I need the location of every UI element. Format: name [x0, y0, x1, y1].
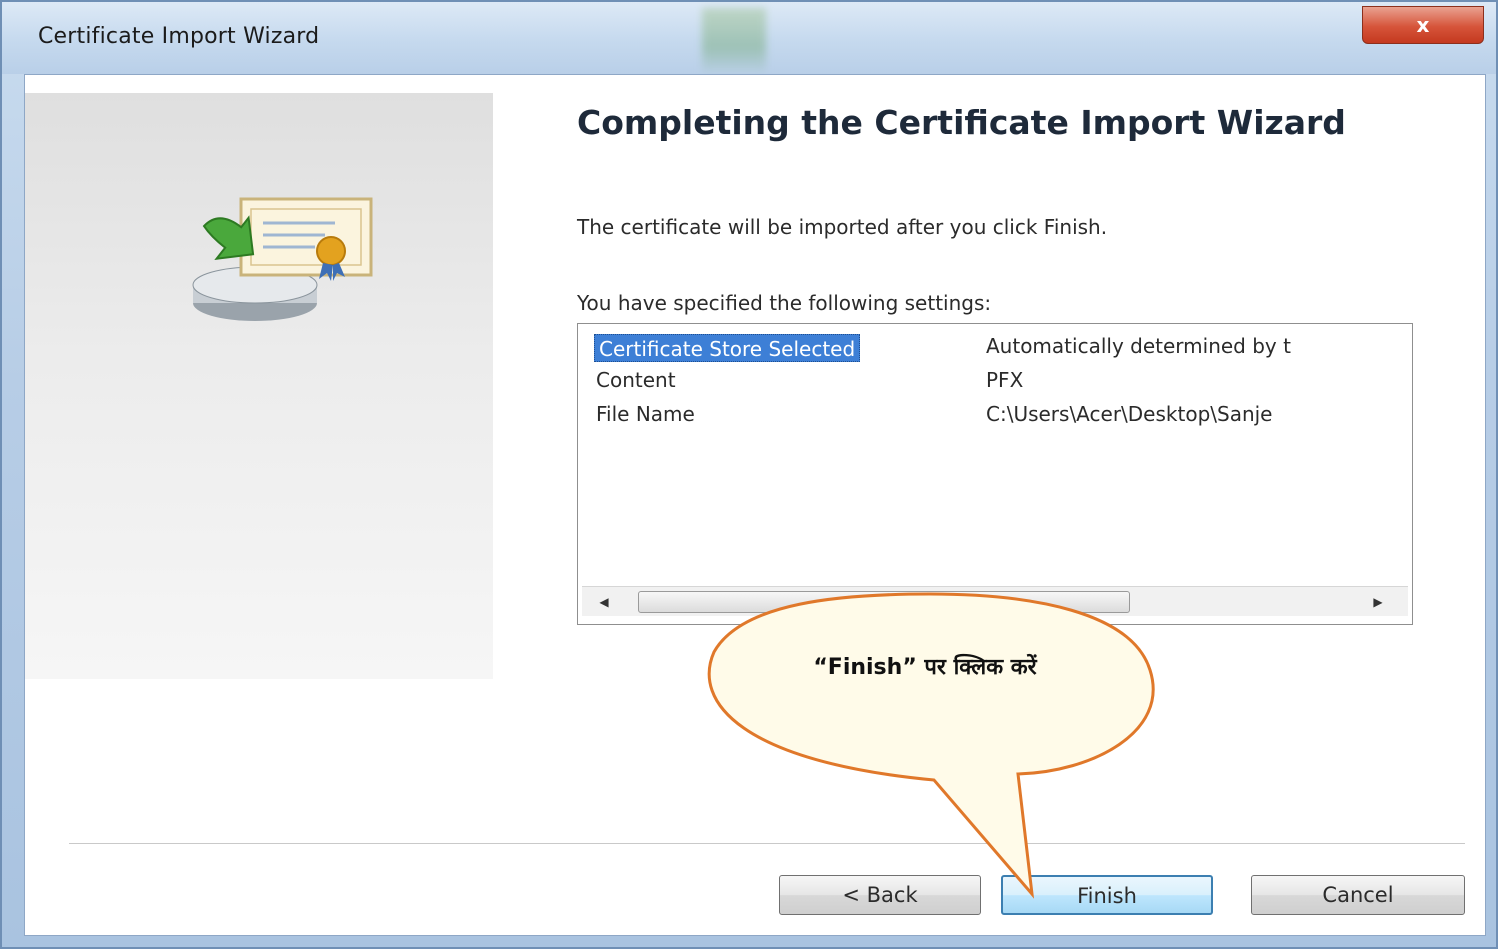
title-bar-glow	[702, 8, 766, 74]
window-title: Certificate Import Wizard	[38, 24, 320, 49]
finish-button[interactable]: Finish	[1001, 875, 1213, 915]
callout-text: “Finish” पर क्लिक करें	[813, 655, 1037, 680]
scrollbar-grip: III	[875, 594, 887, 605]
setting-key: Certificate Store Selected	[594, 334, 861, 362]
list-item[interactable]: File Name C:\Users\Acer\Desktop\Sanje	[578, 398, 1412, 432]
intro-text: The certificate will be imported after y…	[577, 215, 1108, 239]
settings-label: You have specified the following setting…	[577, 291, 992, 315]
certificate-import-wizard-window: Certificate Import Wizard x Completing t…	[0, 0, 1498, 949]
list-item[interactable]: Content PFX	[578, 364, 1412, 398]
wizard-body: Completing the Certificate Import Wizard…	[24, 74, 1486, 936]
setting-value: PFX	[986, 368, 1024, 392]
scroll-right-icon[interactable]: ▶	[1368, 593, 1388, 611]
setting-key: File Name	[596, 402, 695, 426]
scrollbar-thumb[interactable]: III	[638, 591, 1130, 613]
certificate-import-icon	[192, 197, 373, 321]
title-bar[interactable]: Certificate Import Wizard x	[2, 2, 1496, 74]
wizard-side-panel	[25, 93, 493, 679]
button-divider	[69, 843, 1465, 845]
cancel-button[interactable]: Cancel	[1251, 875, 1465, 915]
setting-value: C:\Users\Acer\Desktop\Sanje	[986, 402, 1273, 426]
horizontal-scrollbar[interactable]: ◀ III ▶	[582, 586, 1408, 616]
setting-value: Automatically determined by t	[986, 334, 1291, 358]
page-title: Completing the Certificate Import Wizard	[577, 103, 1346, 142]
settings-list[interactable]: Certificate Store Selected Automatically…	[577, 323, 1413, 625]
setting-key: Content	[596, 368, 676, 392]
scroll-left-icon[interactable]: ◀	[594, 593, 614, 611]
close-icon: x	[1416, 13, 1430, 37]
back-button[interactable]: < Back	[779, 875, 981, 915]
list-item[interactable]: Certificate Store Selected Automatically…	[578, 326, 1412, 362]
close-button[interactable]: x	[1362, 6, 1484, 44]
